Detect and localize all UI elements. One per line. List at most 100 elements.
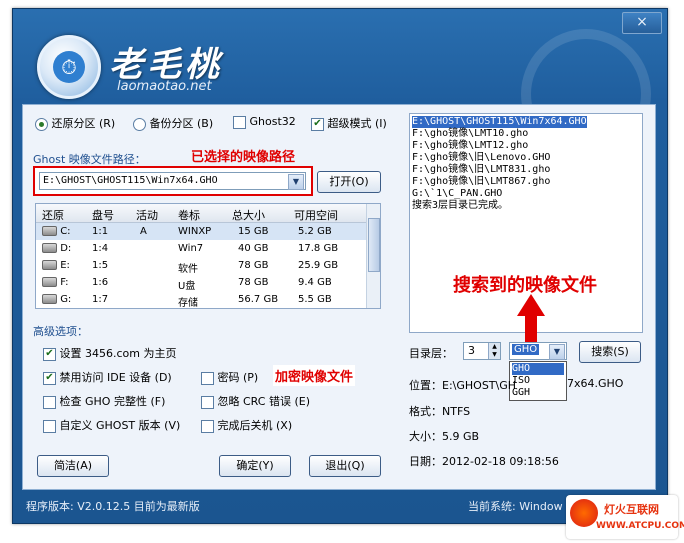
scrollbar-thumb[interactable] bbox=[368, 218, 380, 272]
simple-button[interactable]: 简洁(A) bbox=[37, 455, 109, 477]
list-item[interactable]: G:\`1\C_PAN.GHO bbox=[412, 188, 502, 200]
free-space: 5.2 GB bbox=[298, 226, 332, 237]
check-gho-label: 检查 GHO 完整性 bbox=[59, 395, 147, 408]
total-size: 15 GB bbox=[238, 226, 269, 237]
header-total: 总大小 bbox=[232, 209, 265, 222]
volume-label: U盘 bbox=[178, 281, 196, 292]
password-label: 密码 bbox=[217, 371, 240, 384]
chevron-down-icon[interactable]: ▼ bbox=[549, 344, 565, 360]
password-checkbox[interactable]: 密码 (P) bbox=[201, 369, 258, 385]
total-size: 56.7 GB bbox=[238, 294, 279, 305]
type-combobox[interactable]: GHO ▼ bbox=[509, 342, 567, 360]
check-gho-checkbox[interactable]: 检查 GHO 完整性 (F) bbox=[43, 393, 165, 409]
path-combobox[interactable]: E:\GHOST\GHOST115\Win7x64.GHO ▼ bbox=[39, 172, 306, 190]
backup-radio[interactable]: 备份分区 (B) bbox=[133, 115, 213, 131]
volume-label: Win7 bbox=[178, 243, 204, 254]
close-button[interactable]: × bbox=[622, 12, 662, 34]
list-item[interactable]: F:\gho镜像\LMT10.gho bbox=[412, 128, 528, 140]
open-button[interactable]: 打开(O) bbox=[317, 171, 381, 193]
main-panel: 还原分区 (R) 备份分区 (B) Ghost32 ✔ 超级模式 (I) Gho… bbox=[22, 104, 656, 490]
list-item[interactable]: E:\GHOST\GHOST115\Win7x64.GHO bbox=[412, 116, 587, 128]
chevron-down-icon[interactable]: ▼ bbox=[288, 174, 304, 190]
shutdown-key: (X) bbox=[276, 419, 293, 432]
table-row[interactable]: F: 1:6 U盘 78 GB 9.4 GB bbox=[36, 274, 366, 292]
path-highlight: E:\GHOST\GHOST115\Win7x64.GHO ▼ bbox=[33, 166, 313, 196]
drive-letter: E: bbox=[60, 260, 70, 271]
drive-letter: F: bbox=[60, 277, 69, 288]
ignore-crc-checkbox[interactable]: 忽略 CRC 错误 (E) bbox=[201, 393, 310, 409]
path-annotation: 已选择的映像路径 bbox=[191, 150, 296, 165]
set-home-label: 设置 3456.com 为主页 bbox=[59, 347, 177, 360]
restore-radio[interactable]: 还原分区 (R) bbox=[35, 115, 115, 131]
header-volume: 卷标 bbox=[178, 209, 200, 222]
size-label: 大小： bbox=[409, 430, 442, 443]
radio-icon bbox=[133, 117, 146, 131]
disk-icon bbox=[42, 260, 57, 270]
ok-button[interactable]: 确定(Y) bbox=[219, 455, 291, 477]
dropdown-option[interactable]: GHO bbox=[512, 363, 564, 375]
super-label: 超级模式 bbox=[327, 117, 372, 130]
dropdown-option[interactable]: GGH bbox=[512, 387, 564, 399]
table-row[interactable]: G: 1:7 存储 56.7 GB 5.5 GB bbox=[36, 291, 366, 309]
results-annotation: 搜索到的映像文件 bbox=[453, 275, 597, 296]
exit-button[interactable]: 退出(Q) bbox=[309, 455, 381, 477]
free-space: 17.8 GB bbox=[298, 243, 339, 254]
table-row[interactable]: E: 1:5 软件 78 GB 25.9 GB bbox=[36, 257, 366, 275]
depth-label: 目录层： bbox=[409, 347, 453, 360]
list-item[interactable]: F:\gho镜像\旧\Lenovo.GHO bbox=[412, 152, 550, 164]
ghost32-checkbox[interactable]: Ghost32 bbox=[233, 115, 296, 129]
size-row: 大小：5.9 GB bbox=[409, 428, 479, 444]
backup-key: (B) bbox=[197, 117, 214, 130]
search-status: 搜索3层目录已完成。 bbox=[412, 200, 509, 211]
total-size: 78 GB bbox=[238, 277, 269, 288]
set-home-checkbox[interactable]: ✔ 设置 3456.com 为主页 bbox=[43, 345, 176, 361]
list-item[interactable]: F:\gho镜像\旧\LMT831.gho bbox=[412, 164, 550, 176]
table-header: 还原 盘号 活动 卷标 总大小 可用空间 bbox=[36, 204, 366, 223]
search-button[interactable]: 搜索(S) bbox=[579, 341, 641, 363]
list-item[interactable]: F:\gho镜像\LMT12.gho bbox=[412, 140, 528, 152]
windows-disk-icon bbox=[42, 226, 57, 236]
header-disk: 盘号 bbox=[92, 209, 114, 222]
check-gho-key: (F) bbox=[150, 395, 166, 408]
logo-clock-icon: ⏱ bbox=[37, 35, 101, 99]
disk-number: 1:6 bbox=[92, 277, 109, 288]
spinner-arrows-icon[interactable]: ▲ ▼ bbox=[488, 343, 500, 359]
dropdown-option[interactable]: ISO bbox=[512, 375, 564, 387]
shutdown-label: 完成后关机 bbox=[217, 419, 273, 432]
table-scrollbar[interactable] bbox=[366, 204, 380, 308]
drive-letter: G: bbox=[60, 294, 72, 305]
watermark-name: 灯火互联网 bbox=[604, 503, 659, 516]
header-free: 可用空间 bbox=[294, 209, 338, 222]
date-row: 日期：2012-02-18 09:18:56 bbox=[409, 453, 559, 469]
path-value: E:\GHOST\GHOST115\Win7x64.GHO bbox=[43, 175, 218, 186]
volume-label: 存储 bbox=[178, 298, 198, 309]
logo-url: laomaotao.net bbox=[117, 79, 212, 94]
ignore-crc-key: (E) bbox=[294, 395, 310, 408]
super-mode-checkbox[interactable]: ✔ 超级模式 (I) bbox=[311, 115, 387, 131]
depth-value: 3 bbox=[468, 344, 475, 357]
custom-ghost-checkbox[interactable]: 自定义 GHOST 版本 (V) bbox=[43, 417, 180, 433]
free-space: 25.9 GB bbox=[298, 260, 339, 271]
watermark-logo-icon bbox=[570, 499, 598, 527]
free-space: 9.4 GB bbox=[298, 277, 332, 288]
disable-ide-checkbox[interactable]: ✔ 禁用访问 IDE 设备 (D) bbox=[43, 369, 172, 385]
advanced-title: 高级选项： bbox=[33, 325, 88, 338]
disable-ide-key: (D) bbox=[154, 371, 172, 384]
checkbox-icon bbox=[201, 395, 214, 409]
table-row[interactable]: D: 1:4 Win7 40 GB 17.8 GB bbox=[36, 240, 366, 257]
date-label: 日期： bbox=[409, 455, 442, 468]
type-dropdown: GHO ISO GGH bbox=[509, 361, 567, 401]
volume-label: WINXP bbox=[178, 226, 212, 237]
password-key: (P) bbox=[243, 371, 259, 384]
check-icon: ✔ bbox=[311, 117, 324, 131]
table-row[interactable]: C: 1:1 A WINXP 15 GB 5.2 GB bbox=[36, 223, 366, 240]
checkbox-icon bbox=[201, 419, 214, 433]
list-item[interactable]: F:\gho镜像\旧\LMT867.gho bbox=[412, 176, 550, 188]
location-label: 位置： bbox=[409, 379, 442, 392]
version-status: 程序版本: V2.0.12.5 目前为最新版 bbox=[26, 500, 200, 513]
shutdown-checkbox[interactable]: 完成后关机 (X) bbox=[201, 417, 292, 433]
check-icon: ✔ bbox=[43, 371, 56, 385]
disk-icon bbox=[42, 243, 57, 253]
checkbox-icon bbox=[43, 395, 56, 409]
depth-spinner[interactable]: 3 ▲ ▼ bbox=[463, 342, 501, 360]
